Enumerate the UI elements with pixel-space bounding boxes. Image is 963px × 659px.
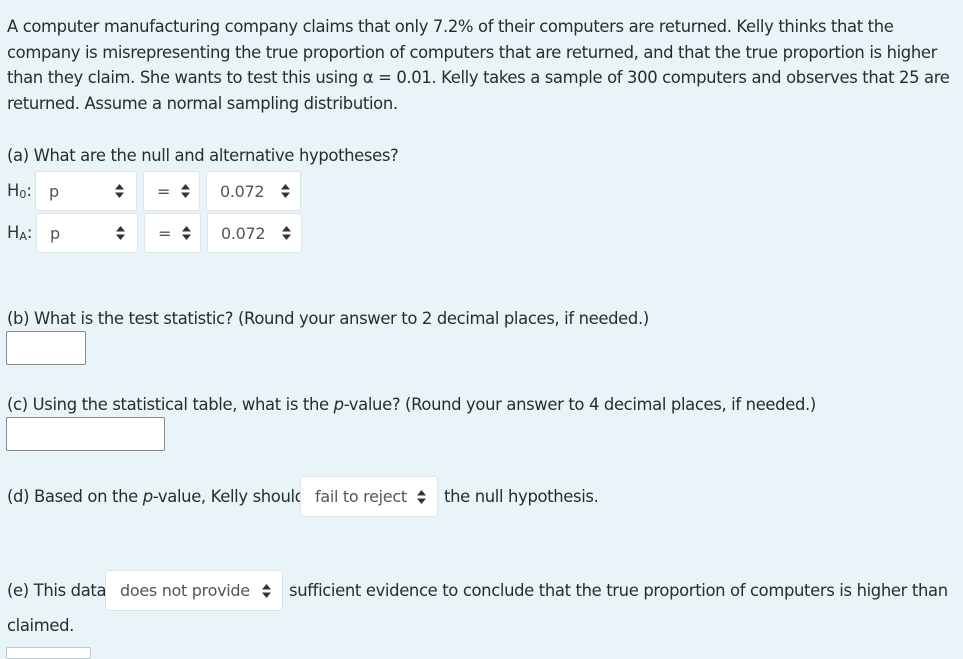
part-b-question: (b) What is the test statistic? (Round y… (7, 309, 649, 328)
decision-select-value: fail to reject (315, 487, 407, 506)
ha-operator-value: = (158, 223, 172, 243)
part-e-prefix: (e) This data (7, 581, 107, 600)
ha-parameter-value: p (50, 223, 60, 243)
ha-label-main: H (7, 223, 20, 242)
h0-value-select[interactable]: 0.072 (206, 171, 301, 211)
part-c-question-italic: p (333, 395, 344, 414)
ha-label-colon: : (26, 223, 33, 242)
up-down-caret-icon (417, 490, 426, 504)
ha-label-sub: A (19, 230, 27, 243)
h0-parameter-select[interactable]: p (35, 171, 137, 211)
h0-operator-value: = (157, 181, 171, 201)
part-e-line2: claimed. (7, 616, 75, 635)
evidence-select-value: does not provide (120, 581, 250, 600)
part-c-question-prefix: (c) Using the statistical table, what is… (7, 395, 334, 414)
part-c-question: (c) Using the statistical table, what is… (7, 395, 816, 414)
evidence-select[interactable]: does not provide (105, 570, 283, 611)
ha-operator-select[interactable]: = (144, 213, 201, 253)
h0-parameter-value: p (49, 181, 59, 201)
h0-operator-select[interactable]: = (143, 171, 200, 211)
part-a-question: (a) What are the null and alternative hy… (7, 146, 399, 165)
part-d-italic: p (142, 487, 153, 506)
up-down-caret-icon (115, 184, 124, 198)
part-c-question-suffix: -value? (Round your answer to 4 decimal … (343, 395, 817, 414)
ha-value-value: 0.072 (221, 223, 266, 243)
ha-parameter-select[interactable]: p (36, 213, 138, 253)
h0-label: H0: (7, 181, 32, 201)
part-d-middle: -value, Kelly should (152, 487, 305, 506)
ha-value-select[interactable]: 0.072 (207, 213, 302, 253)
h0-value-value: 0.072 (220, 181, 265, 201)
decision-select[interactable]: fail to reject (300, 476, 438, 517)
up-down-caret-icon (181, 184, 190, 198)
up-down-caret-icon (182, 226, 191, 240)
test-statistic-input[interactable] (6, 331, 86, 365)
up-down-caret-icon (262, 584, 271, 598)
h0-label-colon: : (26, 181, 32, 200)
h0-label-main: H (7, 181, 20, 200)
up-down-caret-icon (282, 226, 291, 240)
part-d-prefix-text: (d) Based on the (7, 487, 143, 506)
up-down-caret-icon (116, 226, 125, 240)
next-input-partial[interactable] (6, 647, 91, 659)
part-d-prefix: (d) Based on the p-value, Kelly should (7, 487, 305, 506)
problem-statement: A computer manufacturing company claims … (7, 17, 950, 113)
part-e-suffix: sufficient evidence to conclude that the… (289, 581, 948, 600)
part-d-suffix: the null hypothesis. (444, 487, 599, 506)
p-value-input[interactable] (6, 417, 165, 451)
ha-label: HA: (7, 223, 32, 243)
up-down-caret-icon (281, 184, 290, 198)
